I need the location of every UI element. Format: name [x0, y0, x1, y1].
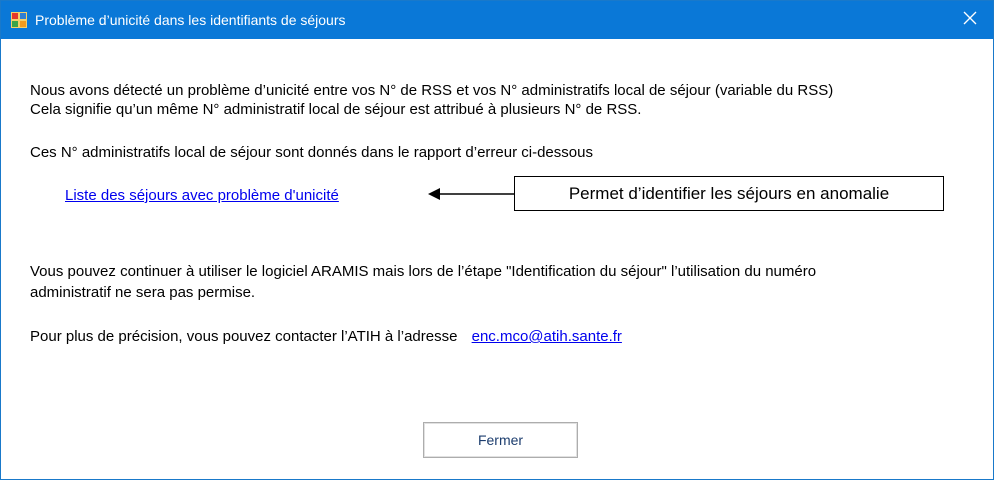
window-close-button[interactable]: [947, 1, 993, 39]
contact-text: Pour plus de précision, vous pouvez cont…: [30, 328, 458, 345]
close-button[interactable]: Fermer: [423, 422, 578, 458]
message-line-2: Cela signifie qu’un même N° administrati…: [30, 101, 642, 118]
close-icon: [963, 11, 977, 30]
window-title: Problème d’unicité dans les identifiants…: [35, 12, 346, 28]
contact-line: Pour plus de précision, vous pouvez cont…: [30, 326, 622, 347]
arrow-icon: [428, 188, 516, 200]
dialog-window: Problème d’unicité dans les identifiants…: [0, 0, 994, 480]
report-link[interactable]: Liste des séjours avec problème d'unicit…: [65, 185, 339, 206]
app-icon: [11, 12, 27, 28]
title-bar: Problème d’unicité dans les identifiants…: [1, 1, 993, 39]
message-line-4: Vous pouvez continuer à utiliser le logi…: [30, 263, 817, 280]
message-line-5: administratif ne sera pas permise.: [30, 284, 256, 301]
message-line-3: Ces N° administratifs local de séjour so…: [30, 144, 593, 161]
callout-note: Permet d’identifier les séjours en anoma…: [514, 176, 944, 211]
contact-email-link[interactable]: enc.mco@atih.sante.fr: [472, 328, 622, 345]
dialog-content: Nous avons détecté un problème d’unicité…: [10, 39, 984, 473]
message-line-1: Nous avons détecté un problème d’unicité…: [30, 82, 834, 99]
